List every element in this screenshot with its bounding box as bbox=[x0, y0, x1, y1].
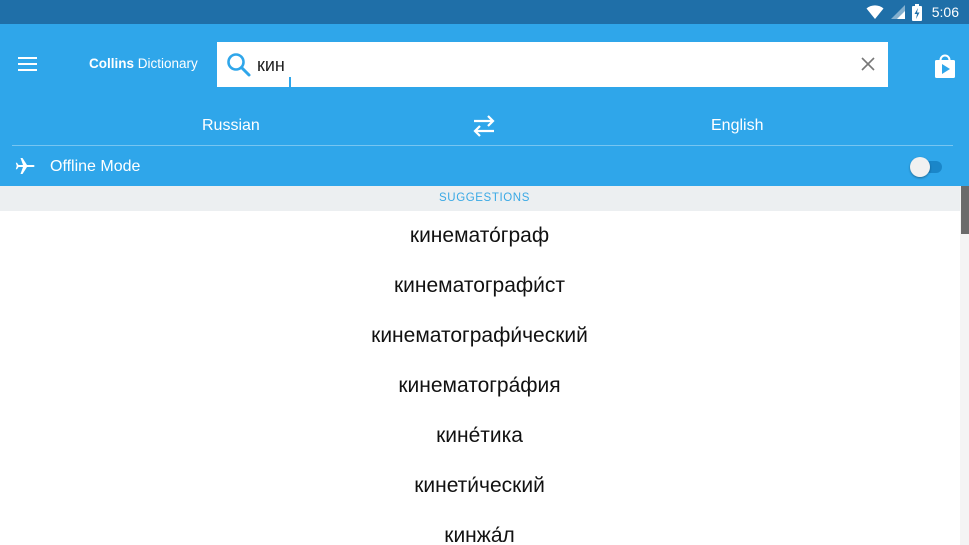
wifi-icon bbox=[866, 5, 884, 19]
divider bbox=[12, 145, 953, 146]
search-input[interactable] bbox=[257, 50, 847, 80]
scrollbar[interactable] bbox=[960, 186, 969, 545]
toggle-thumb bbox=[910, 157, 930, 177]
status-bar: 5:06 bbox=[0, 0, 969, 24]
airplane-icon bbox=[15, 158, 35, 174]
suggestion-item[interactable]: кинематогра́фия bbox=[0, 361, 959, 411]
app-bar: Collins Dictionary Russian English Offli… bbox=[0, 24, 969, 186]
status-time: 5:06 bbox=[931, 4, 959, 20]
suggestion-item[interactable]: кинжа́л bbox=[0, 511, 959, 545]
target-language[interactable]: English bbox=[711, 117, 763, 135]
suggestion-item[interactable]: кинети́ческий bbox=[0, 461, 959, 511]
text-caret bbox=[289, 77, 291, 99]
suggestions-header: SUGGESTIONS bbox=[0, 186, 969, 211]
suggestion-item[interactable]: кине́тика bbox=[0, 411, 959, 461]
status-icons: 5:06 bbox=[866, 0, 959, 24]
suggestions-list: кинемато́граф кинематографи́ст кинематог… bbox=[0, 211, 959, 545]
suggestion-item[interactable]: кинематографи́ст bbox=[0, 261, 959, 311]
scrollbar-thumb[interactable] bbox=[961, 186, 969, 234]
suggestion-item[interactable]: кинематографи́ческий bbox=[0, 311, 959, 361]
battery-icon bbox=[911, 3, 922, 21]
offline-mode-label: Offline Mode bbox=[50, 158, 141, 175]
store-bag-icon[interactable] bbox=[930, 51, 960, 81]
search-icon bbox=[227, 53, 251, 77]
swap-arrows-icon[interactable] bbox=[470, 113, 498, 139]
search-box[interactable] bbox=[217, 42, 888, 87]
hamburger-menu-icon[interactable] bbox=[14, 50, 42, 78]
brand-collins: Collins bbox=[89, 56, 135, 71]
signal-icon bbox=[890, 5, 905, 19]
suggestion-item[interactable]: кинемато́граф bbox=[0, 211, 959, 261]
brand-dictionary: Dictionary bbox=[137, 56, 198, 71]
app-brand: Collins Dictionary bbox=[89, 56, 198, 71]
offline-mode-toggle[interactable] bbox=[910, 157, 944, 177]
close-icon[interactable] bbox=[858, 54, 878, 74]
source-language[interactable]: Russian bbox=[202, 117, 260, 135]
